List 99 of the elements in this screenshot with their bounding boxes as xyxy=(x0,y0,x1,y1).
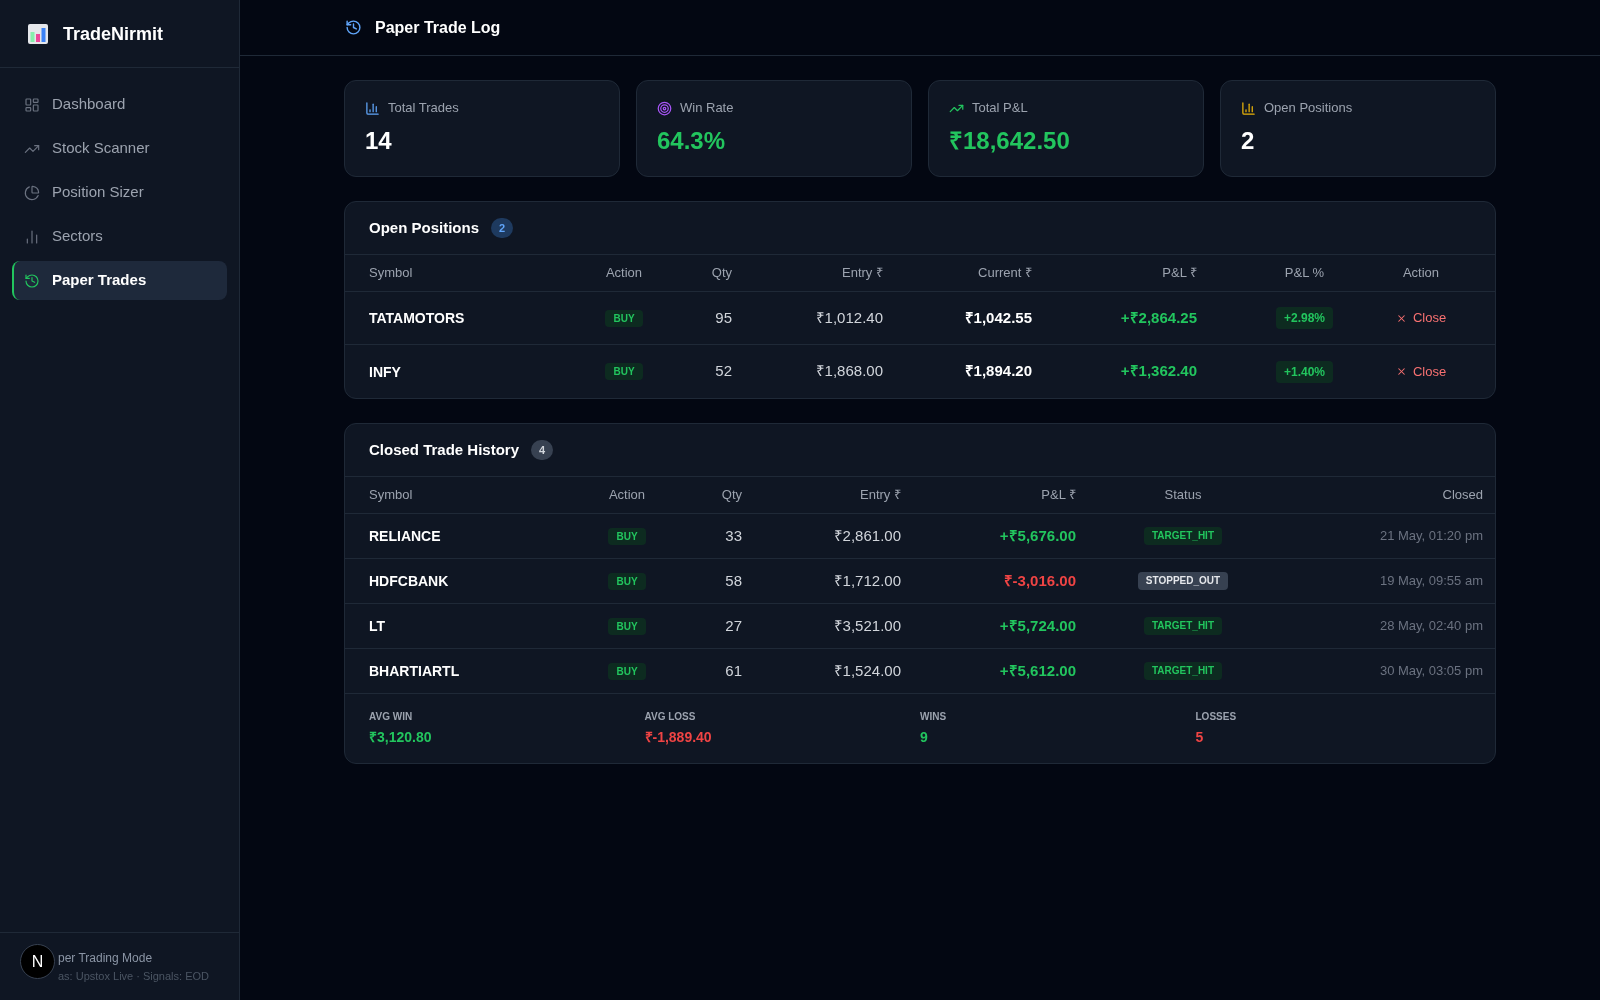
mode-label: per Trading Mode xyxy=(58,950,154,966)
action-badge: BUY xyxy=(608,572,646,590)
closed-date-cell-text: 30 May, 03:05 pm xyxy=(1379,662,1483,681)
bar-chart-logo-icon xyxy=(28,23,48,44)
column-header: Qty xyxy=(721,486,742,505)
column-header: Action xyxy=(608,486,646,505)
column-header: Current ₹ xyxy=(978,264,1032,283)
dashboard-icon xyxy=(24,96,40,113)
table-cell-text: ₹1,524.00 xyxy=(833,660,901,681)
stat-value: ₹18,642.50 xyxy=(949,126,1070,156)
column-header: Status xyxy=(1164,486,1202,505)
summary-value: 5 xyxy=(1195,728,1204,747)
symbol-cell-text: TATAMOTORS xyxy=(369,309,465,328)
table-cell-text: ₹1,012.40 xyxy=(815,307,883,328)
status-badge: TARGET_HIT xyxy=(1143,662,1222,680)
target-icon xyxy=(657,100,672,116)
table-cell-text: 33 xyxy=(725,525,742,546)
summary-value: 9 xyxy=(920,728,928,747)
bar-chart-icon xyxy=(24,228,40,245)
brand-name: TradeNirmit xyxy=(63,22,164,46)
column-header: P&L ₹ xyxy=(1162,264,1197,283)
table-cell-text: ₹3,521.00 xyxy=(833,615,901,636)
action-badge: BUY xyxy=(605,363,643,380)
symbol-cell-text: LT xyxy=(369,617,386,636)
count-badge: 2 xyxy=(491,218,513,238)
table-cell-text: 27 xyxy=(725,615,742,636)
stat-label: Open Positions xyxy=(1264,99,1353,118)
table-cell-text: ₹2,861.00 xyxy=(833,525,901,546)
stat-value: 64.3% xyxy=(657,126,726,156)
column-header: Closed xyxy=(1442,486,1483,505)
close-button[interactable]: Close xyxy=(1395,308,1447,328)
table-cell-text: 61 xyxy=(725,660,742,681)
closed-date-cell-text: 21 May, 01:20 pm xyxy=(1379,527,1483,546)
stat-label: Total P&L xyxy=(972,99,1028,118)
pnl-cell-text: +₹5,724.00 xyxy=(999,615,1076,636)
summary-value: ₹3,120.80 xyxy=(369,728,432,747)
column-header: Symbol xyxy=(369,264,413,283)
status-badge: TARGET_HIT xyxy=(1143,617,1222,635)
table-cell-text: ₹1,894.20 xyxy=(964,361,1032,382)
symbol-cell-text: HDFCBANK xyxy=(369,572,449,591)
stat-label: Total Trades xyxy=(388,99,459,118)
sidebar-nav-item[interactable]: Dashboard xyxy=(12,85,227,124)
stat-value: 2 xyxy=(1241,126,1255,156)
panel-title: Closed Trade History xyxy=(369,439,520,460)
stat-label: Win Rate xyxy=(680,99,734,118)
action-badge: BUY xyxy=(608,662,646,680)
pnl-percent-badge: +1.40% xyxy=(1275,360,1333,383)
column-header: Entry ₹ xyxy=(860,486,901,505)
page-title: Paper Trade Log xyxy=(375,17,501,38)
column-header: Entry ₹ xyxy=(842,264,883,283)
history-icon xyxy=(24,272,40,289)
close-icon xyxy=(1395,366,1407,377)
pie-chart-icon xyxy=(24,184,40,201)
status-badge: TARGET_HIT xyxy=(1143,527,1222,545)
table-cell-text: 52 xyxy=(715,361,732,382)
summary-label: AVG WIN xyxy=(369,710,413,724)
symbol-cell-text: RELIANCE xyxy=(369,527,441,546)
data-source-text: as: Upstox Live · Signals: EOD xyxy=(58,969,210,983)
closed-date-cell-text: 28 May, 02:40 pm xyxy=(1379,617,1483,636)
pnl-percent-badge: +2.98% xyxy=(1275,307,1333,329)
action-badge: BUY xyxy=(605,309,643,327)
column-header: P&L ₹ xyxy=(1041,486,1076,505)
sidebar-nav-item[interactable]: Sectors xyxy=(12,217,227,256)
closed-date-cell-text: 19 May, 09:55 am xyxy=(1379,572,1483,591)
history-icon xyxy=(345,19,362,36)
sidebar-nav-item[interactable]: Position Sizer xyxy=(12,173,227,212)
summary-label: LOSSES xyxy=(1195,710,1237,724)
table-cell-text: ₹1,712.00 xyxy=(833,570,901,591)
table-cell-text: 95 xyxy=(715,307,732,328)
symbol-cell-text: INFY xyxy=(369,362,401,382)
count-badge: 4 xyxy=(531,440,554,460)
symbol-cell-text: BHARTIARTL xyxy=(369,662,460,681)
pnl-cell-text: ₹-3,016.00 xyxy=(1003,570,1076,591)
summary-value: ₹-1,889.40 xyxy=(644,728,712,747)
column-header: Symbol xyxy=(369,486,413,505)
summary-label: AVG LOSS xyxy=(644,710,696,724)
column-header: P&L % xyxy=(1284,264,1325,283)
close-icon xyxy=(1395,312,1407,324)
bar-chart-icon xyxy=(365,100,380,116)
close-button[interactable]: Close xyxy=(1395,361,1447,382)
table-cell-text: ₹1,868.00 xyxy=(815,361,883,382)
action-badge: BUY xyxy=(608,617,646,635)
column-header: Qty xyxy=(711,264,732,283)
summary-label: WINS xyxy=(920,710,947,724)
column-header: Action xyxy=(605,264,643,283)
column-header: Action xyxy=(1402,264,1440,283)
bar-chart-icon xyxy=(1241,100,1256,116)
sidebar-nav-item[interactable]: Paper Trades xyxy=(12,261,227,300)
sidebar-nav-item[interactable]: Stock Scanner xyxy=(12,129,227,168)
pnl-cell-text: +₹5,612.00 xyxy=(999,660,1076,681)
pnl-cell-text: +₹2,864.25 xyxy=(1120,307,1197,328)
stat-value: 14 xyxy=(365,126,392,156)
action-badge: BUY xyxy=(608,527,646,545)
pnl-cell-text: +₹5,676.00 xyxy=(999,525,1076,546)
pnl-cell-text: +₹1,362.40 xyxy=(1120,361,1197,382)
table-cell-text: ₹1,042.55 xyxy=(964,307,1032,328)
table-cell-text: 58 xyxy=(725,570,742,591)
status-badge: STOPPED_OUT xyxy=(1137,572,1229,590)
panel-title: Open Positions xyxy=(369,217,479,238)
